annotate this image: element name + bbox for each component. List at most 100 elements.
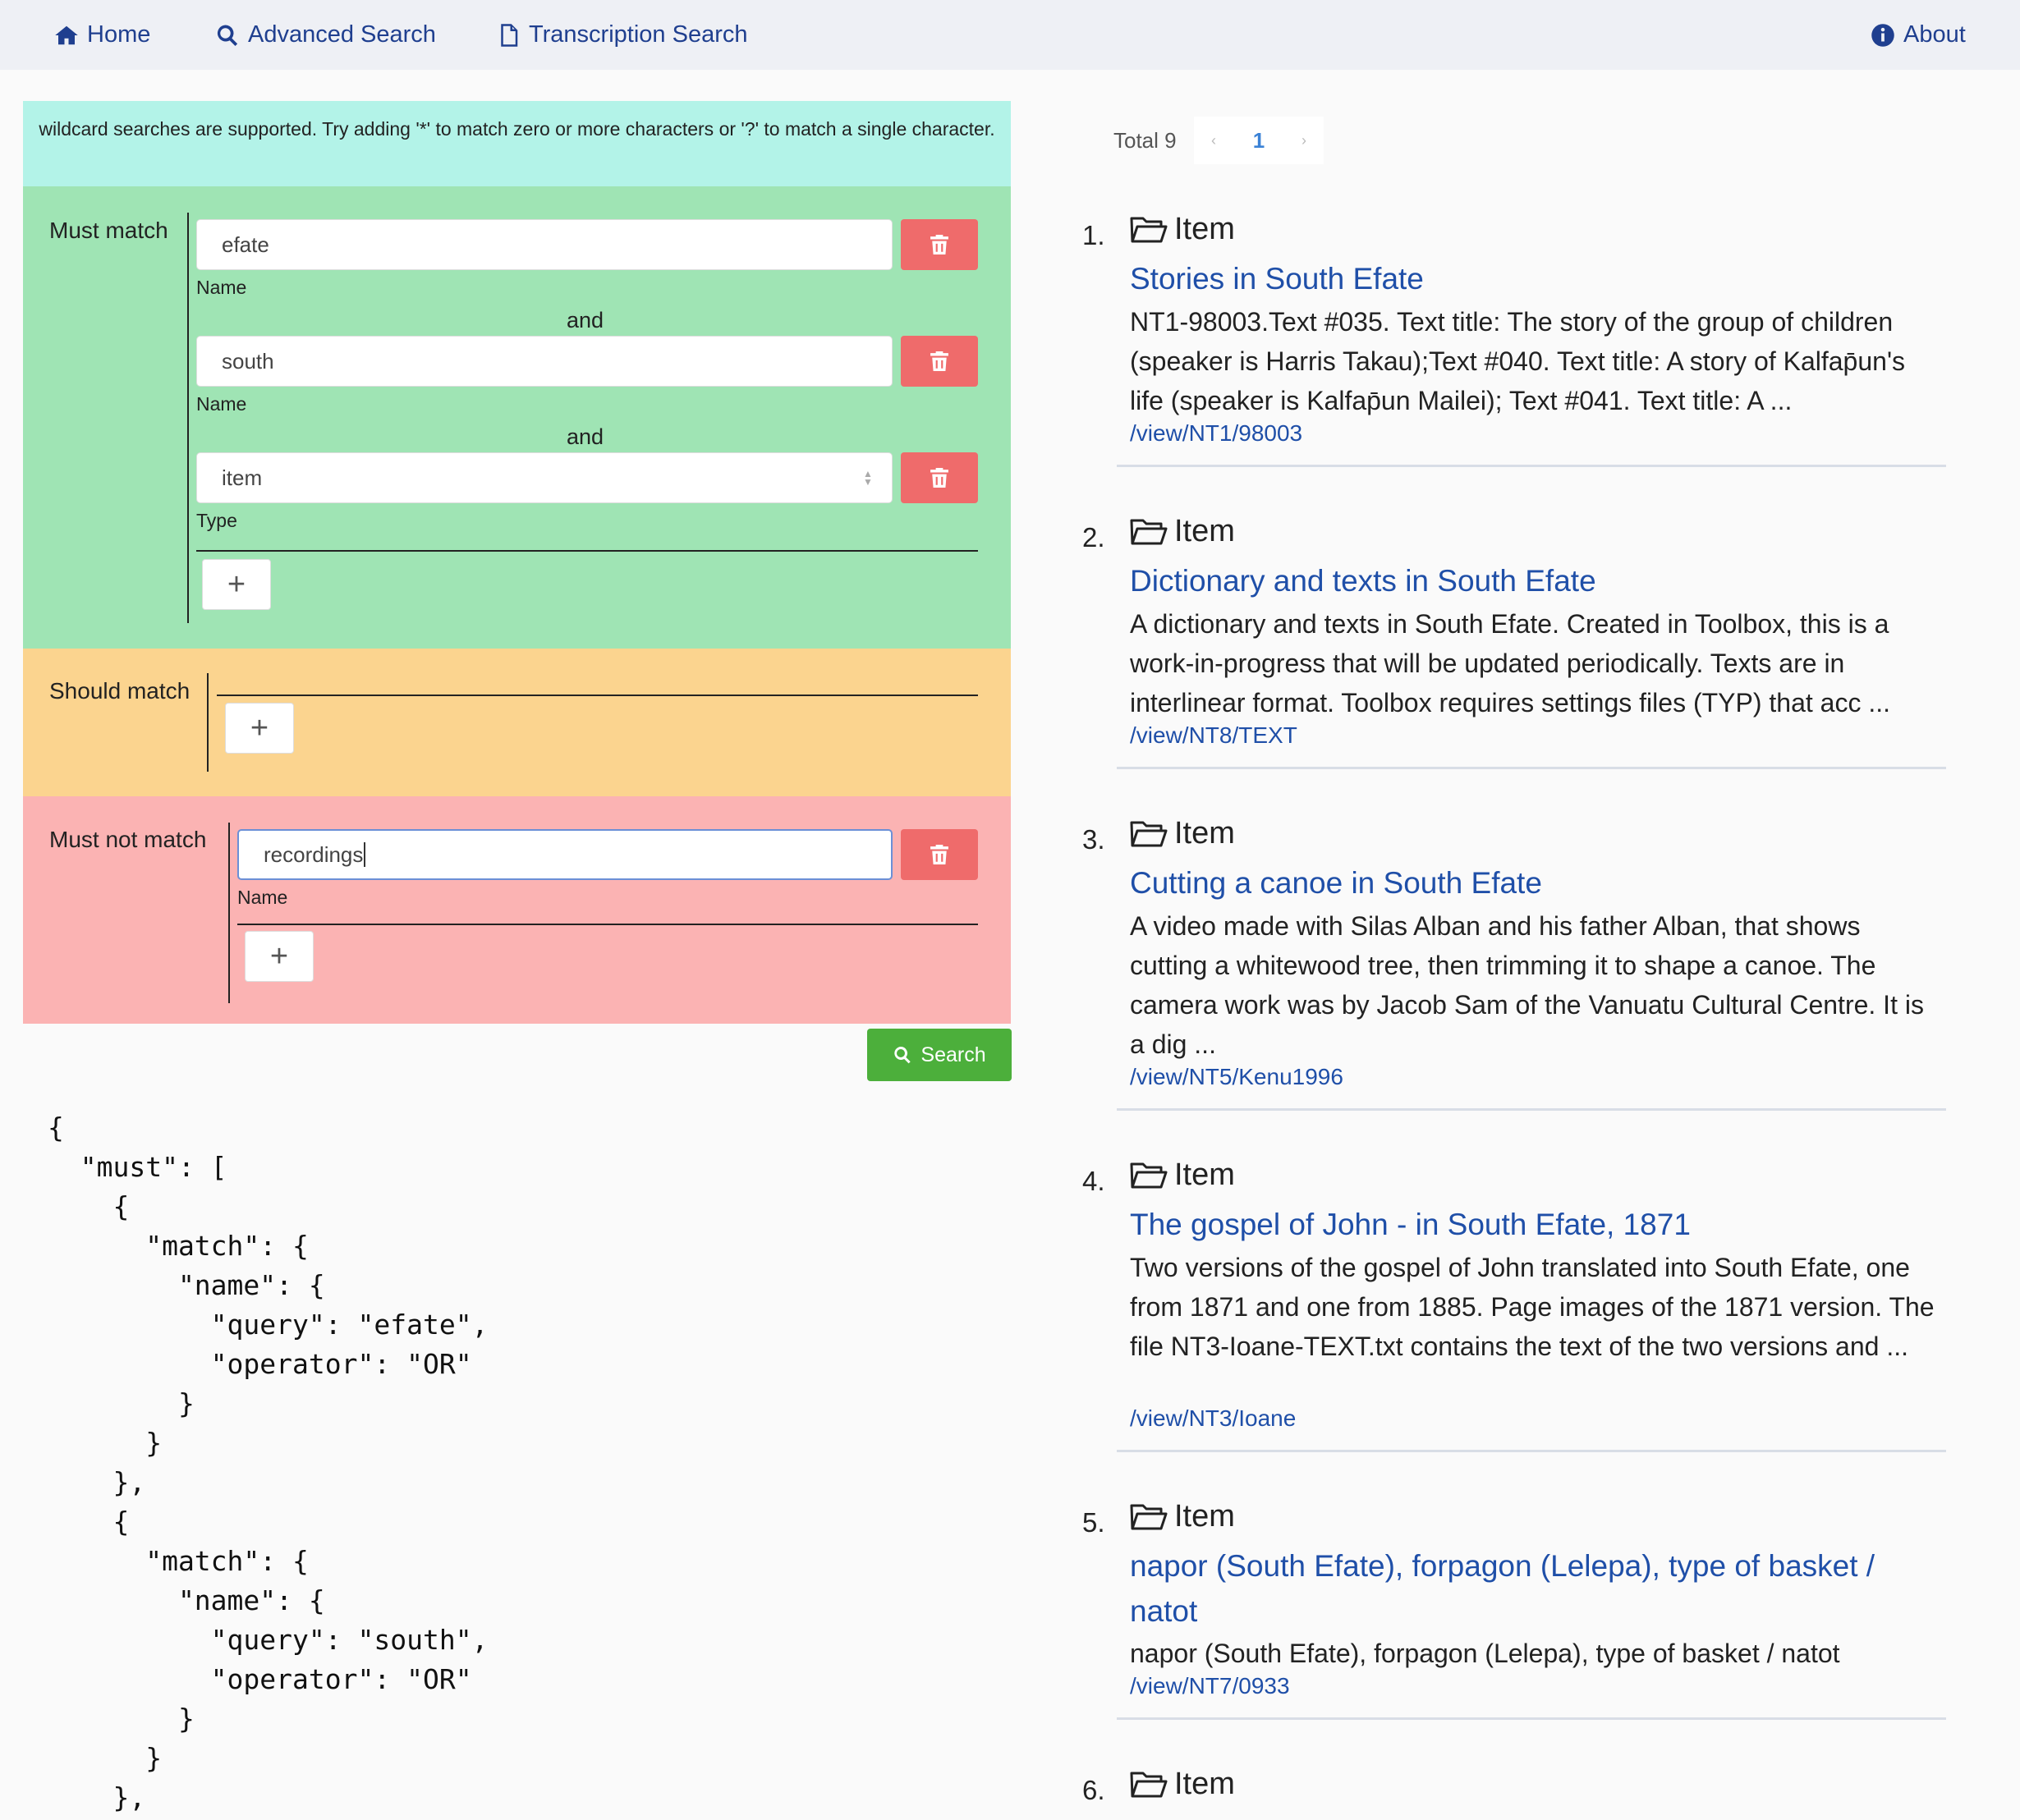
result-number: 3. (1082, 824, 1105, 855)
must-clause-3-field-label: Type (196, 510, 237, 531)
result-type-label: Item (1174, 1767, 1235, 1801)
result-item: 2. Item Dictionary and texts in South Ef… (1082, 514, 1946, 777)
folder-open-icon (1130, 519, 1168, 544)
must-clause-1-delete-button[interactable] (901, 219, 978, 270)
result-type: Item (1130, 514, 1235, 549)
nav-transcription-search-label: Transcription Search (529, 21, 748, 48)
result-description: A video made with Silas Alban and his fa… (1130, 911, 1924, 1059)
result-item: 1. Item Stories in South Efate NT1-98003… (1082, 212, 1946, 474)
result-type-label: Item (1174, 212, 1235, 246)
should-divider (207, 673, 209, 772)
result-view-link[interactable]: /view/NT8/TEXT (1130, 722, 1297, 749)
folder-open-icon (1130, 217, 1168, 242)
select-arrows-icon: ▲ ▼ (863, 468, 873, 488)
query-json: { "must": [ { "match": { "name": { "quer… (48, 1112, 489, 1813)
nav-advanced-search-label: Advanced Search (248, 21, 436, 48)
result-view-link[interactable]: /view/NT3/Ioane (1130, 1405, 1296, 1432)
result-title-link[interactable]: The gospel of John - in South Efate, 187… (1130, 1202, 1935, 1247)
result-separator (1117, 767, 1946, 769)
result-separator (1117, 465, 1946, 467)
nav-home-label: Home (87, 21, 151, 48)
result-view-link[interactable]: /view/NT7/0933 (1130, 1673, 1290, 1699)
page-1-button[interactable]: 1 (1233, 117, 1284, 164)
and-label: and (567, 308, 604, 332)
search-button-label: Search (920, 1043, 986, 1066)
nav-about[interactable]: About (1871, 0, 1966, 70)
nav-advanced-search[interactable]: Advanced Search (215, 0, 436, 70)
result-title-link[interactable]: Cutting a canoe in South Efate (1130, 860, 1935, 905)
file-icon (501, 23, 518, 47)
must-clause-3-delete-button[interactable] (901, 452, 978, 503)
must-add-button[interactable]: + (202, 559, 271, 610)
result-type-label: Item (1174, 1158, 1235, 1192)
must-not-clause-1-field-label: Name (237, 887, 288, 908)
trash-icon (930, 468, 948, 488)
result-description: NT1-98003.Text #035. Text title: The sto… (1130, 307, 1906, 415)
must-not-clause-1-value: recordings (264, 841, 364, 867)
result-view-link[interactable]: /view/NT1/98003 (1130, 420, 1302, 447)
nav-about-label: About (1903, 21, 1966, 48)
result-item: 3. Item Cutting a canoe in South Efate A… (1082, 816, 1946, 1120)
result-description: A dictionary and texts in South Efate. C… (1130, 609, 1891, 717)
must-match-section: Must match efate Name and south Name and… (23, 186, 1011, 649)
result-type-label: Item (1174, 1499, 1235, 1533)
result-number: 4. (1082, 1166, 1105, 1196)
trash-icon (930, 235, 948, 254)
should-match-section: Should match + (23, 649, 1011, 796)
result-type-label: Item (1174, 514, 1235, 548)
result-number: 1. (1082, 220, 1105, 250)
must-clause-1-input[interactable]: efate (196, 219, 893, 270)
must-not-match-section: Must not match recordings Name + (23, 796, 1011, 1024)
result-number: 5. (1082, 1507, 1105, 1538)
result-type: Item (1130, 1767, 1235, 1802)
must-clause-1-field-label: Name (196, 277, 247, 298)
result-item: 6. Item (1082, 1767, 1946, 1816)
pagination: Total 9 ‹ 1 › (1113, 117, 1324, 164)
folder-open-icon (1130, 821, 1168, 846)
home-icon (55, 25, 78, 44)
must-not-add-button[interactable]: + (245, 931, 314, 982)
must-clause-1-value: efate (222, 232, 269, 257)
nav-home[interactable]: Home (54, 0, 150, 70)
must-not-clause-1-input[interactable]: recordings (237, 829, 893, 880)
result-type: Item (1130, 816, 1235, 851)
result-number: 6. (1082, 1775, 1105, 1805)
should-rule (217, 695, 978, 696)
folder-open-icon (1130, 1162, 1168, 1188)
must-not-match-label: Must not match (49, 827, 207, 852)
result-title-link[interactable]: napor (South Efate), forpagon (Lelepa), … (1130, 1543, 1935, 1634)
must-clause-3-select[interactable]: item ▲ ▼ (196, 452, 893, 503)
result-item: 4. Item The gospel of John - in South Ef… (1082, 1158, 1946, 1461)
must-clause-2-field-label: Name (196, 393, 247, 415)
folder-open-icon (1130, 1772, 1168, 1797)
nav-transcription-search[interactable]: Transcription Search (496, 0, 747, 70)
result-title-link[interactable]: Stories in South Efate (1130, 256, 1935, 301)
result-type: Item (1130, 1499, 1235, 1534)
search-builder: wildcard searches are supported. Try add… (23, 101, 1011, 1024)
must-not-clause-1-delete-button[interactable] (901, 829, 978, 880)
must-clause-2-input[interactable]: south (196, 336, 893, 387)
prev-page-button[interactable]: ‹ (1194, 117, 1233, 164)
trash-icon (930, 351, 948, 371)
search-button[interactable]: Search (867, 1029, 1012, 1081)
result-type: Item (1130, 1158, 1235, 1193)
should-match-label: Should match (49, 678, 191, 704)
must-not-rule (237, 924, 978, 925)
must-clause-2-delete-button[interactable] (901, 336, 978, 387)
info-icon (1871, 23, 1894, 47)
and-label: and (567, 424, 604, 449)
must-match-label: Must match (49, 218, 168, 243)
result-type: Item (1130, 212, 1235, 247)
next-page-button[interactable]: › (1284, 117, 1324, 164)
trash-icon (930, 845, 948, 864)
result-view-link[interactable]: /view/NT5/Kenu1996 (1130, 1064, 1343, 1090)
result-title-link[interactable]: Dictionary and texts in South Efate (1130, 558, 1935, 603)
search-icon (217, 25, 238, 46)
must-rule (196, 550, 978, 552)
should-add-button[interactable]: + (225, 703, 294, 754)
result-number: 2. (1082, 522, 1105, 552)
text-caret (364, 842, 366, 867)
result-separator (1117, 1717, 1946, 1720)
result-type-label: Item (1174, 816, 1235, 850)
results-total: Total 9 (1113, 127, 1177, 153)
